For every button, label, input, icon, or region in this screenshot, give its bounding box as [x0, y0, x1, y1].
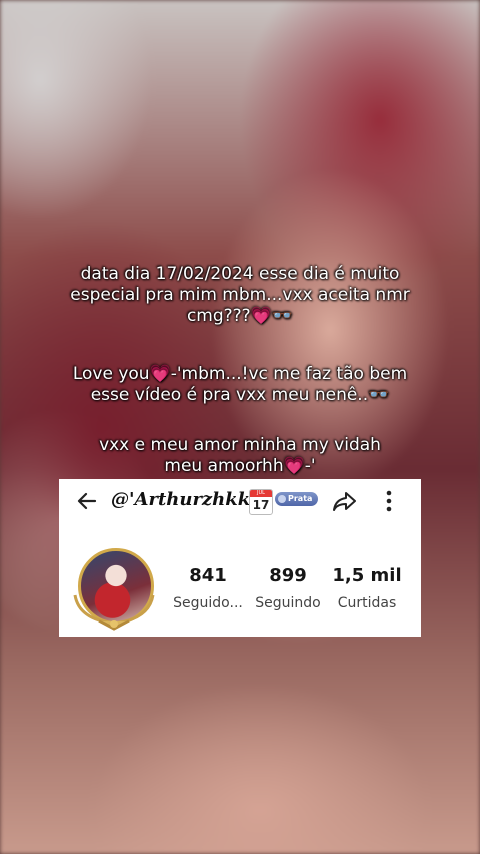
- caption-block-1: data dia 17/02/2024 esse dia é muito esp…: [40, 264, 440, 327]
- caption-block-2: Love you💗-'mbm...!vc me faz tão bem esse…: [40, 364, 440, 406]
- profile-avatar[interactable]: [69, 541, 159, 631]
- badge-icon: [278, 495, 286, 503]
- caption-line: Love you💗-'mbm...!vc me faz tão bem: [72, 364, 408, 384]
- caption-line: especial pra mim mbm...vxx aceita nmr: [70, 285, 410, 305]
- calendar-icon: JUL 17: [249, 489, 273, 515]
- background-photo: [0, 0, 480, 854]
- caption-block-3: vxx e meu amor minha my vidah meu amoorh…: [40, 435, 440, 477]
- following-count: 899: [269, 565, 307, 586]
- following-stat[interactable]: 899 Seguindo: [251, 565, 325, 613]
- likes-stat[interactable]: 1,5 mil Curtidas: [329, 565, 405, 613]
- caption-line: meu amoorhh💗-': [164, 456, 316, 476]
- calendar-day: 17: [252, 498, 270, 512]
- badge-label: Prata: [288, 494, 313, 503]
- followers-stat[interactable]: 841 Seguido...: [169, 565, 247, 613]
- more-vertical-icon[interactable]: [377, 487, 401, 515]
- followers-label: Seguido...: [173, 595, 243, 611]
- following-label: Seguindo: [255, 595, 321, 611]
- likes-count: 1,5 mil: [332, 565, 402, 586]
- profile-header: @'Arthurzhkk..! JUL 17 Prata: [59, 479, 421, 523]
- back-arrow-icon[interactable]: [73, 487, 101, 515]
- calendar-month: JUL: [250, 490, 272, 497]
- likes-label: Curtidas: [337, 595, 397, 611]
- caption-line: data dia 17/02/2024 esse dia é muito: [80, 264, 400, 284]
- caption-line: cmg???💗👓: [186, 306, 294, 326]
- caption-line: vxx e meu amor minha my vidah: [99, 435, 381, 455]
- caption-line: esse vídeo é pra vxx meu nenê..👓: [90, 385, 390, 405]
- level-badge[interactable]: Prata: [275, 492, 319, 506]
- followers-count: 841: [189, 565, 227, 586]
- profile-card: @'Arthurzhkk..! JUL 17 Prata 841 Seguido…: [59, 479, 421, 637]
- profile-username: @'Arthurzhkk..!: [111, 489, 271, 510]
- share-icon[interactable]: [331, 487, 359, 515]
- laurel-frame-icon: [73, 594, 155, 631]
